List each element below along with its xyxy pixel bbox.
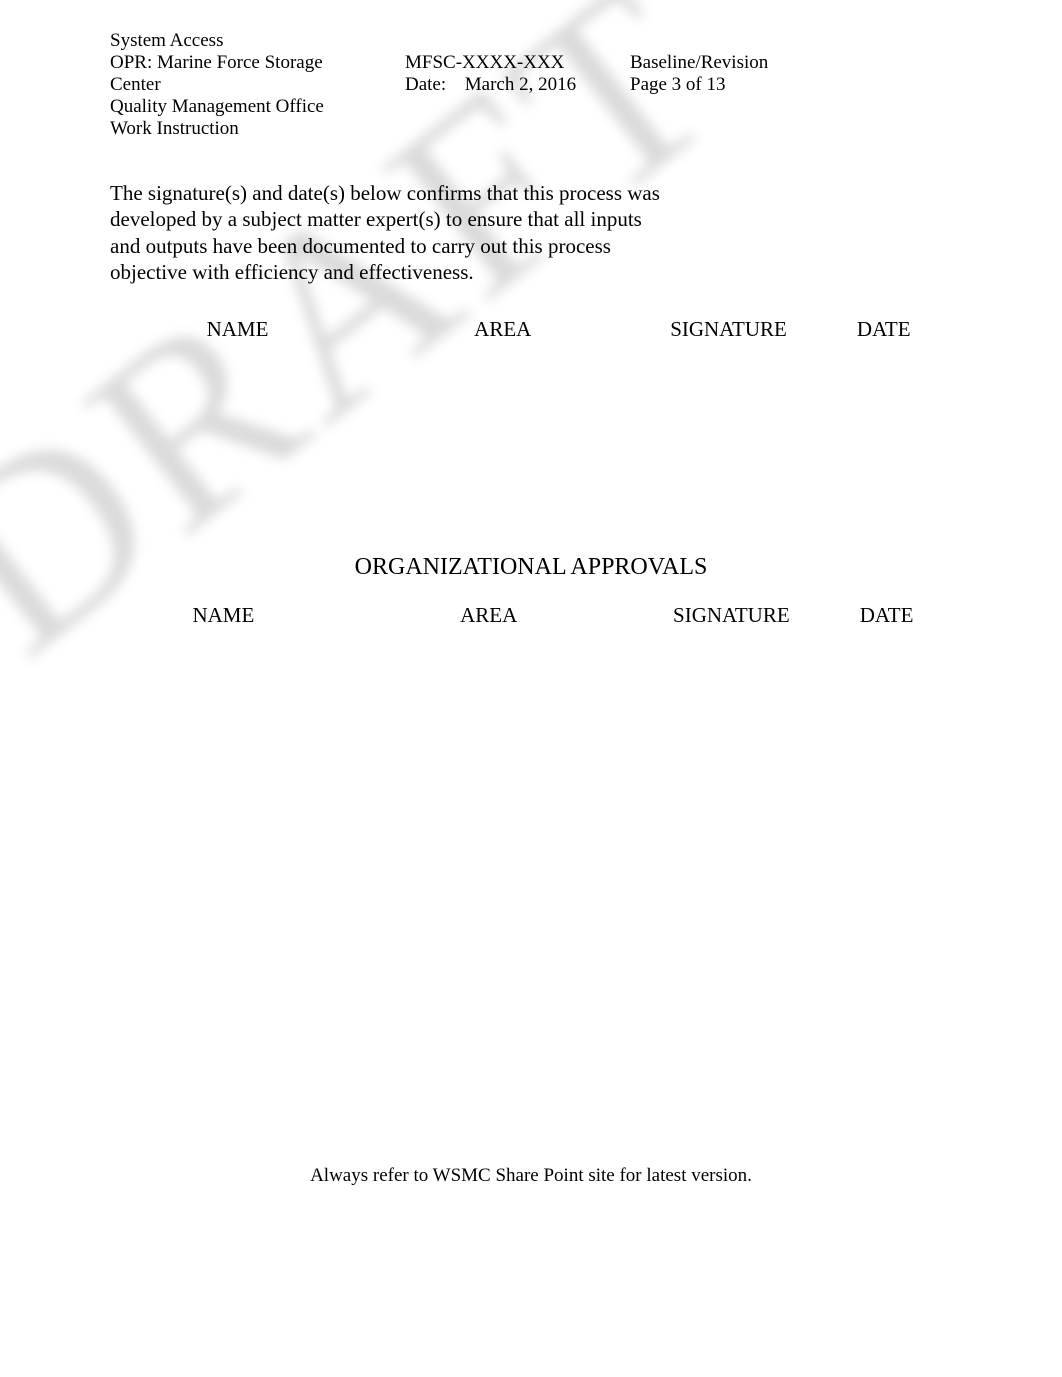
sig-col-name: NAME	[111, 314, 365, 346]
footer-note: Always refer to WSMC Share Point site fo…	[0, 1165, 1062, 1187]
cell-area	[364, 368, 641, 390]
cell-name	[111, 456, 365, 478]
cell-name	[111, 412, 365, 434]
doc-title: System Access	[110, 30, 223, 51]
org-col-date: DATE	[822, 600, 952, 632]
table-row	[111, 654, 952, 676]
table-row	[111, 368, 952, 390]
cell-date	[822, 654, 952, 676]
cell-signature	[641, 500, 816, 522]
cell-signature	[641, 456, 816, 478]
cell-area	[364, 456, 641, 478]
intro-paragraph: The signature(s) and date(s) below confi…	[110, 180, 670, 285]
org-approvals-table: NAME AREA SIGNATURE DATE	[110, 599, 952, 676]
cell-area	[364, 434, 641, 456]
cell-signature	[641, 390, 816, 412]
table-row	[111, 412, 952, 434]
cell-signature	[641, 434, 816, 456]
cell-area	[364, 346, 641, 368]
doc-code: MFSC-XXXX-XXX	[405, 52, 630, 74]
sig-col-signature: SIGNATURE	[641, 314, 816, 346]
baseline-revision: Baseline/Revision	[630, 52, 952, 74]
opr-line3: Quality Management Office	[110, 96, 405, 118]
cell-name	[111, 368, 365, 390]
date-label: Date:	[405, 74, 460, 96]
cell-signature	[641, 478, 816, 500]
org-approvals-title: ORGANIZATIONAL APPROVALS	[110, 554, 952, 581]
cell-date	[816, 500, 951, 522]
cell-name	[111, 390, 365, 412]
cell-date	[816, 368, 951, 390]
opr-line1: OPR: Marine Force Storage	[110, 52, 405, 74]
table-row	[111, 434, 952, 456]
cell-signature	[641, 368, 816, 390]
cell-area	[364, 390, 641, 412]
table-row	[111, 478, 952, 500]
sig-col-area: AREA	[364, 314, 641, 346]
cell-area	[336, 654, 641, 676]
org-col-name: NAME	[111, 600, 337, 632]
cell-signature	[641, 632, 822, 654]
cell-area	[364, 478, 641, 500]
page-number: Page 3 of 13	[630, 74, 952, 96]
cell-name	[111, 500, 365, 522]
org-col-signature: SIGNATURE	[641, 600, 822, 632]
table-row	[111, 456, 952, 478]
signature-table: NAME AREA SIGNATURE DATE	[110, 313, 952, 522]
cell-area	[364, 500, 641, 522]
cell-date	[816, 434, 951, 456]
table-row	[111, 500, 952, 522]
table-row	[111, 390, 952, 412]
cell-name	[111, 654, 337, 676]
table-row	[111, 346, 952, 368]
cell-name	[111, 434, 365, 456]
cell-date	[816, 346, 951, 368]
cell-name	[111, 346, 365, 368]
opr-line2: Center	[110, 74, 405, 96]
cell-date	[816, 412, 951, 434]
table-row	[111, 632, 952, 654]
cell-signature	[641, 654, 822, 676]
document-header: System Access OPR: Marine Force Storage …	[110, 30, 952, 140]
opr-line4: Work Instruction	[110, 118, 405, 140]
cell-area	[364, 412, 641, 434]
cell-date	[816, 478, 951, 500]
cell-date	[822, 632, 952, 654]
cell-date	[816, 456, 951, 478]
cell-signature	[641, 346, 816, 368]
date-value: March 2, 2016	[465, 74, 576, 95]
cell-date	[816, 390, 951, 412]
sig-col-date: DATE	[816, 314, 951, 346]
cell-name	[111, 478, 365, 500]
cell-area	[336, 632, 641, 654]
cell-signature	[641, 412, 816, 434]
cell-name	[111, 632, 337, 654]
org-col-area: AREA	[336, 600, 641, 632]
